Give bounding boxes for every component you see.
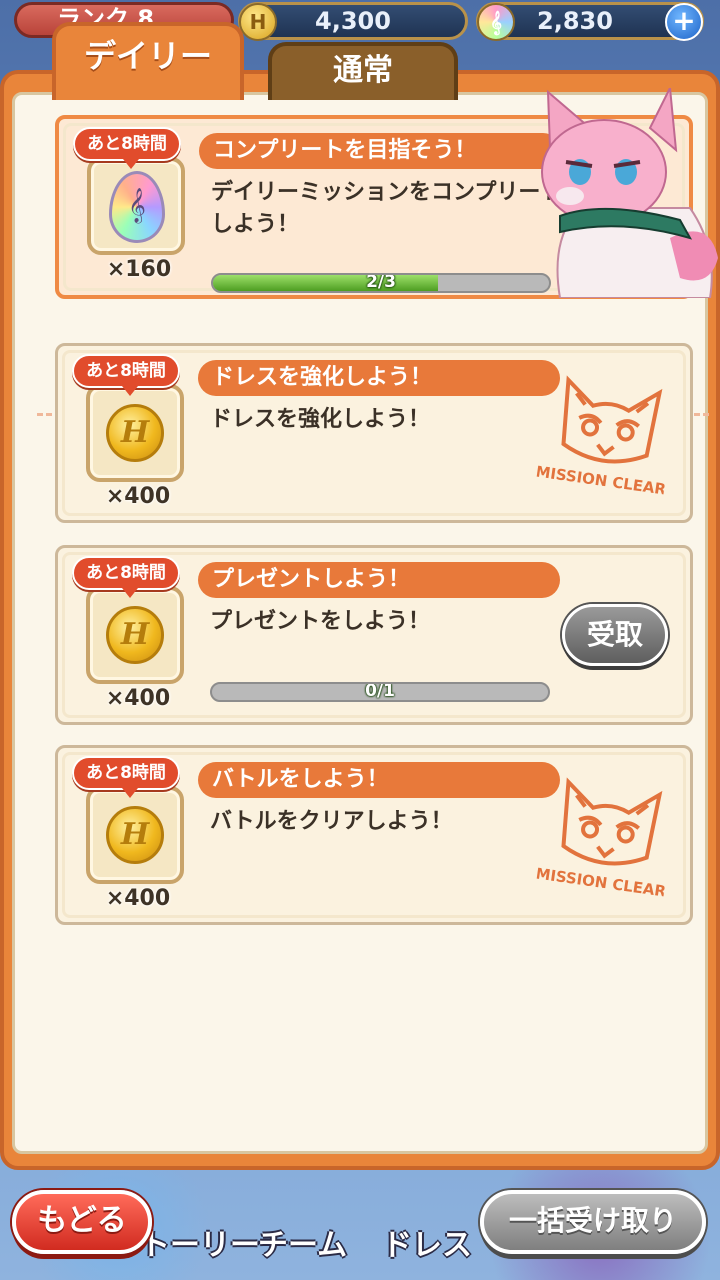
mission-card: あと8時間 H ×400 ドレスを強化しよう！ ドレスを強化しよう！ MISSI… (55, 343, 693, 523)
tab-normal[interactable]: 通常 (268, 42, 458, 100)
claim-button[interactable]: 受取 (562, 604, 668, 666)
mission-description: デイリーミッションをコンプリートしよう！ (211, 180, 563, 237)
progress-text: 0/1 (365, 682, 395, 701)
reward-box: H (86, 786, 184, 884)
back-button[interactable]: もどる (12, 1190, 152, 1254)
reward-quantity: ×160 (106, 257, 172, 282)
progress-bar: 0/1 (210, 682, 550, 702)
time-left-badge: あと8時間 (72, 556, 180, 598)
gem-icon: 𝄞 (477, 3, 515, 41)
tab-daily[interactable]: デイリー (52, 22, 244, 100)
cat-stamp-icon: MISSION CLEAR (534, 375, 668, 499)
reward-quantity: ×400 (105, 686, 171, 711)
bottom-nav: トーリー チーム ドレス もどる 一括受け取り (0, 1170, 720, 1280)
time-left-badge: あと8時間 (73, 127, 181, 169)
mission-card: あと8時間 H ×400 プレゼントしよう！ プレゼントをしよう！ 受取 0/1 (55, 545, 693, 725)
cat-stamp-icon: MISSION CLEAR (534, 777, 668, 901)
coin-icon: H (239, 3, 277, 41)
mascot-character (540, 84, 720, 299)
mission-card: あと8時間 H ×400 バトルをしよう！ バトルをクリアしよう！ MISSIO… (55, 745, 693, 925)
coin-counter: H 4,300 (238, 2, 468, 41)
coin-icon: H (106, 806, 164, 864)
coin-amount: 4,300 (315, 7, 391, 35)
nav-dress[interactable]: ドレス (382, 1220, 472, 1264)
cat-mascot-icon (541, 84, 718, 299)
nav-story[interactable]: トーリー (140, 1220, 260, 1264)
coin-icon: H (106, 404, 164, 462)
time-left-badge: あと8時間 (72, 354, 180, 396)
collect-all-button[interactable]: 一括受け取り (480, 1190, 706, 1254)
nav-team[interactable]: チーム (258, 1220, 347, 1264)
reward-box: H (86, 384, 184, 482)
mission-title: バトルをしよう！ (198, 762, 560, 798)
mission-clear-stamp: MISSION CLEAR (534, 356, 681, 503)
mission-description: バトルをクリアしよう！ (210, 809, 453, 834)
mission-title: コンプリートを目指そう！ (199, 133, 561, 169)
mission-description: ドレスを強化しよう！ (210, 407, 431, 432)
reward-box: H (86, 586, 184, 684)
reward-box: 𝄞 (87, 157, 185, 255)
mission-title: ドレスを強化しよう！ (198, 360, 560, 396)
progress-text: 2/3 (366, 273, 396, 292)
add-gems-button[interactable]: + (665, 3, 703, 41)
gem-counter: 𝄞 2,830 + (476, 2, 704, 41)
gem-icon: 𝄞 (109, 171, 165, 243)
progress-bar: 2/3 (211, 273, 551, 293)
time-left-badge: あと8時間 (72, 756, 180, 798)
gem-amount: 2,830 (537, 7, 613, 35)
mission-clear-stamp: MISSION CLEAR (534, 758, 681, 905)
mission-description: プレゼントをしよう！ (210, 609, 431, 634)
reward-quantity: ×400 (105, 886, 171, 911)
mission-title: プレゼントしよう！ (198, 562, 560, 598)
reward-quantity: ×400 (105, 484, 171, 509)
coin-icon: H (106, 606, 164, 664)
